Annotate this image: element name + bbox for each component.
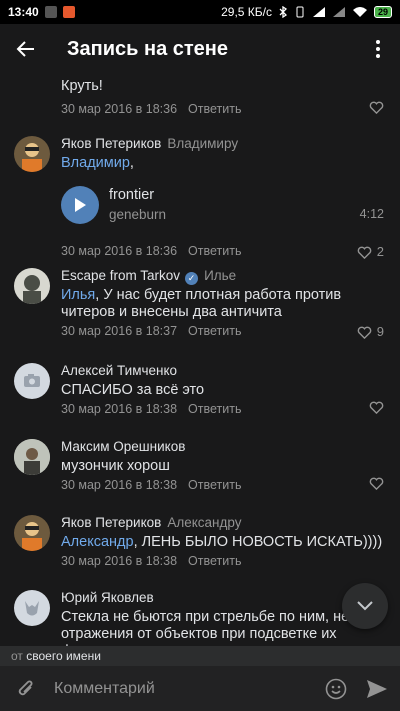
heart-icon (357, 246, 372, 259)
send-icon (367, 679, 387, 698)
back-button[interactable] (0, 24, 52, 74)
notification-icon (44, 6, 57, 18)
signal-icon (312, 7, 325, 17)
comment-date: 30 мар 2016 в 18:38 (61, 478, 178, 492)
mention-link[interactable]: Илья (61, 287, 95, 303)
like-button[interactable] (369, 477, 384, 490)
arrow-left-icon (16, 41, 34, 57)
comment-date: 30 мар 2016 в 18:36 (61, 244, 178, 258)
play-icon (75, 198, 86, 212)
paperclip-icon (18, 680, 33, 695)
comment-item: Круть! 30 мар 2016 в 18:36 Ответить (0, 74, 400, 120)
vibrate-icon (296, 6, 304, 18)
more-vertical-icon (376, 40, 380, 58)
app-header: Запись на стене (0, 24, 400, 74)
app-notification-icon (62, 6, 75, 18)
attach-button[interactable] (0, 666, 52, 711)
status-time: 13:40 (8, 5, 39, 19)
scroll-down-button[interactable] (342, 583, 388, 629)
reply-to-label: Владимиру (167, 136, 239, 151)
avatar[interactable] (14, 363, 50, 399)
comment-item: Яков Петериков Владимиру Владимир, fronti… (0, 132, 400, 259)
smiley-icon (325, 678, 347, 699)
like-count: 9 (376, 324, 384, 339)
comment-date: 30 мар 2016 в 18:38 (61, 402, 178, 416)
play-button[interactable] (61, 186, 99, 224)
battery-indicator: 29 (373, 6, 392, 18)
from-value[interactable]: своего имени (26, 649, 101, 663)
comment-item: Яков Петериков Александру Александр, ЛЕНЬ… (0, 511, 400, 573)
comment-item: Алексей Тимченко СПАСИБО за всё это 30 м… (0, 359, 400, 421)
comment-input[interactable] (52, 666, 318, 711)
camera-icon (24, 374, 40, 387)
bluetooth-icon (279, 6, 288, 18)
like-button[interactable]: 9 (357, 323, 384, 341)
comment-author[interactable]: Яков Петериков (61, 136, 161, 151)
reply-to-label: Илье (204, 268, 237, 283)
comment-item: Escape from Tarkov ✓ Илье Илья, У нас буде… (0, 264, 400, 344)
heart-icon (369, 401, 384, 414)
page-title: Запись на стене (67, 37, 229, 60)
dog-avatar-icon (25, 601, 39, 616)
like-button[interactable]: 2 (357, 243, 384, 261)
comment-author[interactable]: Юрий Яковлев (61, 590, 154, 605)
avatar[interactable] (14, 515, 50, 551)
signal2-icon (332, 7, 345, 17)
reply-to-label: Александру (167, 515, 242, 530)
comments-list[interactable]: Круть! 30 мар 2016 в 18:36 Ответить Яков … (0, 74, 400, 646)
audio-duration: 4:12 (359, 207, 384, 221)
mention-link[interactable]: Владимир (61, 155, 130, 171)
reply-button[interactable]: Ответить (188, 402, 241, 416)
comment-text: , У нас будет плотная работа против чите… (61, 287, 342, 320)
avatar[interactable] (14, 439, 50, 475)
comment-text: Круть! (61, 78, 103, 94)
mention-link[interactable]: Александр (61, 534, 134, 550)
more-options-button[interactable] (356, 24, 400, 74)
network-speed: 29,5 КБ/с (221, 5, 272, 19)
like-button[interactable] (369, 101, 384, 114)
comment-author[interactable]: Яков Петериков (61, 515, 161, 530)
comment-text: СПАСИБО за всё это (61, 382, 205, 398)
comment-date: 30 мар 2016 в 18:36 (61, 102, 178, 116)
reply-button[interactable]: Ответить (188, 478, 241, 492)
audio-attachment[interactable]: frontier geneburn 4:12 (61, 178, 388, 232)
avatar[interactable] (14, 590, 50, 626)
reply-button[interactable]: Ответить (188, 324, 241, 338)
comment-author-selector[interactable]: от своего имени (0, 646, 400, 666)
heart-icon (369, 477, 384, 490)
wifi-icon (352, 7, 367, 17)
comment-composer (0, 666, 400, 711)
comment-text: , ЛЕНЬ БЫЛО НОВОСТЬ ИСКАТЬ)))) (133, 534, 383, 550)
comment-text: музончик хорош (61, 458, 170, 474)
avatar[interactable] (14, 136, 50, 172)
like-count: 2 (376, 244, 384, 259)
reply-button[interactable]: Ответить (188, 554, 241, 568)
comment-author[interactable]: Максим Орешников (61, 439, 185, 454)
emoji-button[interactable] (318, 666, 354, 711)
audio-artist: geneburn (109, 207, 167, 222)
comment-item: Максим Орешников музончик хорош 30 мар 2… (0, 435, 400, 497)
comment-author[interactable]: Алексей Тимченко (61, 363, 177, 378)
verified-icon: ✓ (185, 272, 199, 285)
audio-title: frontier (109, 187, 155, 203)
comment-item: Юрий Яковлев Стекла не бьются при стрель… (0, 586, 400, 646)
comment-text: Стекла не бьются при стрельбе по ним, не… (61, 609, 355, 646)
chevron-down-icon (357, 601, 373, 611)
from-prefix: от (11, 649, 23, 663)
heart-icon (357, 326, 372, 339)
comment-date: 30 мар 2016 в 18:38 (61, 554, 178, 568)
avatar[interactable] (14, 268, 50, 304)
status-bar: 13:40 29,5 КБ/с 29 (0, 0, 400, 24)
comment-date: 30 мар 2016 в 18:37 (61, 324, 178, 338)
comment-author[interactable]: Escape from Tarkov (61, 268, 180, 283)
reply-button[interactable]: Ответить (188, 102, 241, 116)
reply-button[interactable]: Ответить (188, 244, 241, 258)
like-button[interactable] (369, 401, 384, 414)
send-button[interactable] (354, 666, 400, 711)
heart-icon (369, 101, 384, 114)
comment-text: , (129, 155, 134, 171)
